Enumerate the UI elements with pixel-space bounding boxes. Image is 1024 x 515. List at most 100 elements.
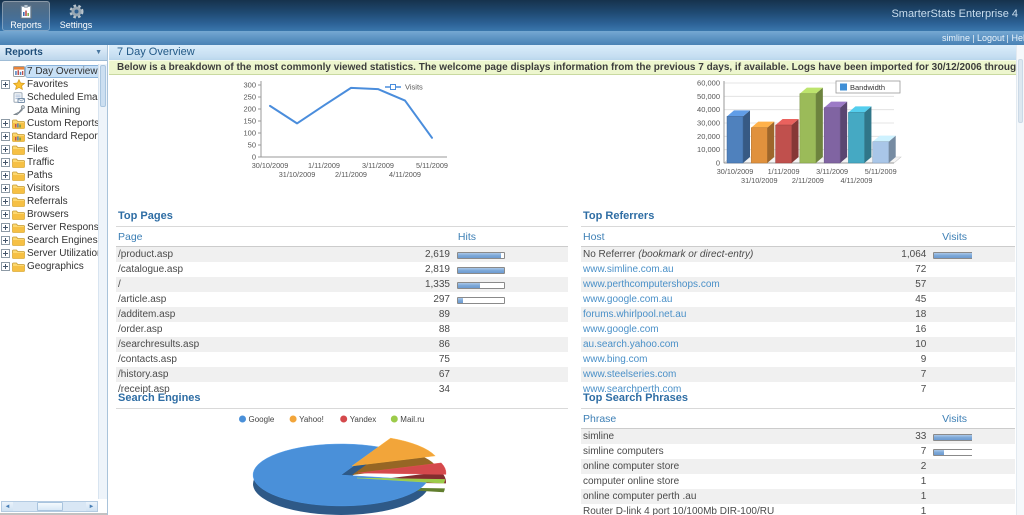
- row-value: 67: [394, 367, 452, 382]
- help-link[interactable]: Help: [1008, 33, 1024, 43]
- sidebar-item-scheduled-email-reports[interactable]: Scheduled Email Reports: [0, 91, 98, 104]
- referrer-host-link[interactable]: www.google.com.au: [583, 294, 673, 305]
- sidebar-item-referrals[interactable]: Referrals: [0, 195, 98, 208]
- sidebar-item-custom-reports[interactable]: Custom Reports: [0, 117, 98, 130]
- sidebar-item-server-responses[interactable]: Server Responses: [0, 221, 98, 234]
- sidebar-item-search-engines[interactable]: Search Engines: [0, 234, 98, 247]
- expand-plus-icon[interactable]: [0, 236, 11, 245]
- sidebar-item-label: Favorites: [26, 79, 71, 90]
- bandwidth-bar-chart: 010,00020,00030,00040,00050,00060,00030/…: [581, 73, 1015, 198]
- row-spacer: [972, 322, 1015, 337]
- sidebar-item-favorites[interactable]: Favorites: [0, 78, 98, 91]
- host-name: www.google.com: [581, 322, 885, 337]
- row-value-bar: [928, 307, 971, 322]
- expand-plus-icon[interactable]: [0, 197, 11, 206]
- expand-plus-icon[interactable]: [0, 145, 11, 154]
- sidebar-item-files[interactable]: Files: [0, 143, 98, 156]
- tables-row: Top PagesPageHits/product.asp2,619/catal…: [116, 208, 1015, 388]
- folder-icon: [11, 184, 26, 194]
- referrer-host-link[interactable]: www.perthcomputershops.com: [583, 279, 720, 290]
- expand-plus-icon[interactable]: [0, 171, 11, 180]
- expand-plus-icon[interactable]: [0, 184, 11, 193]
- svg-text:Bandwidth: Bandwidth: [850, 83, 885, 92]
- sidebar-horizontal-scrollbar[interactable]: ◄ ►: [1, 501, 98, 512]
- table-row: /order.asp88: [116, 322, 568, 337]
- phrase-name: simline: [581, 429, 885, 445]
- host-name: www.simline.com.au: [581, 262, 885, 277]
- column-header-visits[interactable]: Visits: [885, 409, 1015, 429]
- svg-text:31/10/2009: 31/10/2009: [741, 176, 778, 185]
- table-row: simline33: [581, 429, 1015, 445]
- scrollbar-thumb[interactable]: [37, 502, 63, 511]
- expand-plus-icon[interactable]: [0, 210, 11, 219]
- sidebar-item-geographics[interactable]: Geographics: [0, 260, 98, 273]
- top-toolbar: Reports Settings SmarterStats Enterprise…: [0, 0, 1024, 31]
- toolbar-reports-button[interactable]: Reports: [2, 1, 50, 31]
- svg-text:Google: Google: [249, 415, 275, 424]
- column-header-hits[interactable]: Hits: [394, 227, 568, 247]
- row-value-bar: [928, 474, 971, 489]
- svg-text:5/11/2009: 5/11/2009: [416, 161, 448, 170]
- row-value: 9: [885, 352, 928, 367]
- sidebar-vertical-scrollbar[interactable]: [98, 64, 107, 499]
- row-spacer: [972, 352, 1015, 367]
- table-row: /catalogue.asp2,819: [116, 262, 568, 277]
- svg-text:60,000: 60,000: [697, 79, 720, 88]
- column-header-page[interactable]: Page: [116, 227, 394, 247]
- page-name: /: [116, 277, 394, 292]
- row-spacer: [972, 292, 1015, 307]
- host-name: forums.whirlpool.net.au: [581, 307, 885, 322]
- sidebar-item-data-mining[interactable]: Data Mining: [0, 104, 98, 117]
- page-title: 7 Day Overview: [109, 45, 1024, 60]
- row-value-bar: [928, 262, 971, 277]
- expand-plus-icon[interactable]: [0, 132, 11, 141]
- sidebar-item-browsers[interactable]: Browsers: [0, 208, 98, 221]
- referrer-host-link[interactable]: au.search.yahoo.com: [583, 339, 679, 350]
- logout-link[interactable]: Logout: [974, 33, 1008, 43]
- referrer-host-link[interactable]: www.google.com: [583, 324, 659, 335]
- row-value-bar: [452, 277, 510, 292]
- row-spacer: [510, 247, 568, 263]
- referrer-host-link[interactable]: www.simline.com.au: [583, 264, 674, 275]
- table-row: online computer store2: [581, 459, 1015, 474]
- row-value-bar: [928, 292, 971, 307]
- expand-plus-icon[interactable]: [0, 80, 11, 89]
- row-spacer: [972, 489, 1015, 504]
- expand-plus-icon[interactable]: [0, 249, 11, 258]
- chevron-down-icon: ▼: [95, 49, 102, 56]
- sidebar-header[interactable]: Reports ▼: [0, 45, 107, 61]
- expand-plus-icon[interactable]: [0, 223, 11, 232]
- sidebar-item-server-utilization[interactable]: Server Utilization: [0, 247, 98, 260]
- sidebar-item-7-day-overview[interactable]: 7 Day Overview: [0, 65, 98, 78]
- sidebar-item-standard-reports[interactable]: Standard Reports: [0, 130, 98, 143]
- svg-text:10,000: 10,000: [697, 145, 720, 154]
- table-row: /article.asp297: [116, 292, 568, 307]
- table-row: au.search.yahoo.com 10: [581, 337, 1015, 352]
- expand-plus-icon[interactable]: [0, 262, 11, 271]
- table-row: No Referrer(bookmark or direct-entry)1,0…: [581, 247, 1015, 263]
- expand-plus-icon[interactable]: [0, 158, 11, 167]
- column-header-phrase[interactable]: Phrase: [581, 409, 885, 429]
- host-name: www.google.com.au: [581, 292, 885, 307]
- row-value: 33: [885, 429, 928, 445]
- toolbar-reports-label: Reports: [10, 20, 42, 30]
- referrer-host-link[interactable]: forums.whirlpool.net.au: [583, 309, 686, 320]
- sidebar-item-paths[interactable]: Paths: [0, 169, 98, 182]
- column-header-host[interactable]: Host: [581, 227, 885, 247]
- referrer-host-link[interactable]: www.bing.com: [583, 354, 647, 365]
- row-value-bar: [452, 262, 510, 277]
- sidebar-item-traffic[interactable]: Traffic: [0, 156, 98, 169]
- table-row: computer online store1: [581, 474, 1015, 489]
- username-link[interactable]: simline: [939, 33, 973, 43]
- referrer-host-link[interactable]: www.steelseries.com: [583, 369, 676, 380]
- column-header-visits[interactable]: Visits: [885, 227, 1015, 247]
- expand-plus-icon[interactable]: [0, 119, 11, 128]
- row-spacer: [510, 322, 568, 337]
- row-value: 10: [885, 337, 928, 352]
- scroll-right-arrow-icon[interactable]: ►: [86, 502, 97, 511]
- folder-icon: [11, 171, 26, 181]
- scroll-left-arrow-icon[interactable]: ◄: [2, 502, 13, 511]
- toolbar-settings-button[interactable]: Settings: [52, 1, 100, 31]
- sidebar-item-visitors[interactable]: Visitors: [0, 182, 98, 195]
- main-vertical-scrollbar[interactable]: [1016, 45, 1024, 515]
